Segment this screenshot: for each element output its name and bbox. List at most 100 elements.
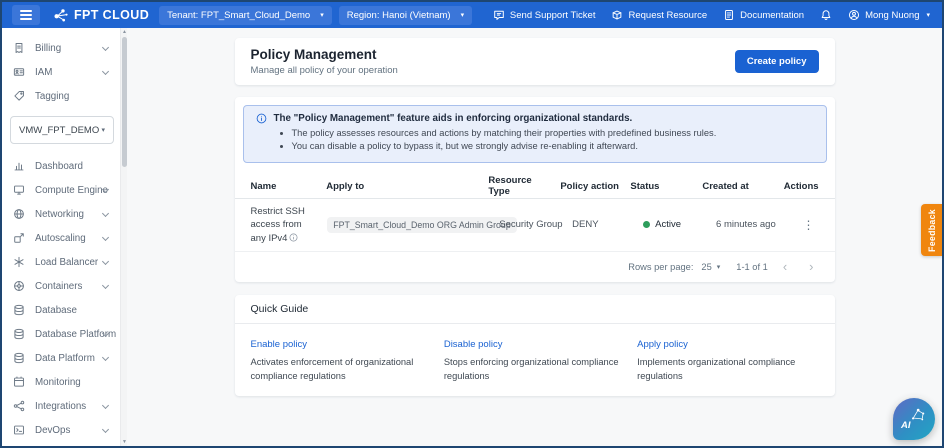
sidebar-item-label: DevOps bbox=[35, 425, 70, 436]
column-header-name: Name bbox=[251, 181, 327, 192]
brand-text: FPT CLOUD bbox=[74, 8, 149, 22]
navbar-actions: Send Support Ticket Request Resource Doc… bbox=[493, 9, 930, 21]
apply-to-chip: FPT_Smart_Cloud_Demo ORG Admin Group bbox=[327, 217, 516, 233]
feedback-label: Feedback bbox=[927, 209, 937, 252]
quick-guide-card: Quick Guide Enable policy Activates enfo… bbox=[235, 295, 835, 396]
guide-item-disable: Disable policy Stops enforcing organizat… bbox=[444, 334, 625, 384]
containers-icon bbox=[13, 280, 26, 293]
info-icon[interactable] bbox=[289, 233, 298, 242]
feedback-tab[interactable]: Feedback bbox=[921, 204, 942, 256]
ai-label: AI bbox=[901, 420, 911, 431]
project-selector-value: VMW_FPT_DEMO bbox=[19, 125, 99, 136]
tenant-selector[interactable]: Tenant: FPT_Smart_Cloud_Demo ▾ bbox=[159, 6, 332, 25]
sidebar-item-networking[interactable]: Networking bbox=[2, 202, 120, 226]
sidebar-item-data-platform[interactable]: Data Platform bbox=[2, 346, 120, 370]
sidebar-item-label: Data Platform bbox=[35, 353, 95, 364]
menu-button[interactable] bbox=[12, 5, 40, 25]
created-at-value: 6 minutes ago bbox=[716, 219, 798, 230]
sidebar-item-iam[interactable]: IAM bbox=[2, 60, 120, 84]
guide-description: Activates enforcement of organizational … bbox=[251, 356, 432, 384]
project-selector[interactable]: VMW_FPT_DEMO ▾ bbox=[10, 116, 114, 144]
page-title: Policy Management bbox=[251, 47, 398, 62]
sidebar-item-label: Monitoring bbox=[35, 377, 81, 388]
enable-policy-link[interactable]: Enable policy bbox=[251, 339, 308, 350]
rows-per-page-value: 25 bbox=[701, 262, 711, 272]
request-resource-link[interactable]: Request Resource bbox=[611, 9, 707, 21]
networking-icon bbox=[13, 208, 26, 221]
column-header-apply-to: Apply to bbox=[326, 181, 488, 192]
sidebar-item-billing[interactable]: Billing bbox=[2, 36, 120, 60]
sidebar-item-tagging[interactable]: Tagging bbox=[2, 84, 120, 108]
sidebar-item-label: Load Balancer bbox=[35, 257, 98, 268]
policy-action-value: DENY bbox=[572, 219, 643, 230]
sidebar-item-containers[interactable]: Containers bbox=[2, 274, 120, 298]
next-page-button[interactable]: › bbox=[802, 259, 820, 274]
tenant-label: Tenant: FPT_Smart_Cloud_Demo bbox=[167, 10, 310, 21]
rows-per-page-label: Rows per page: bbox=[628, 262, 693, 272]
main-content: Policy Management Manage all policy of y… bbox=[127, 28, 942, 446]
column-header-resource-type: Resource Type bbox=[488, 175, 560, 197]
column-header-policy-action: Policy action bbox=[560, 181, 630, 192]
info-alert: The "Policy Management" feature aids in … bbox=[243, 105, 827, 163]
chevron-down-icon bbox=[102, 44, 109, 51]
chevron-down-icon bbox=[102, 354, 109, 361]
sidebar-item-database-platform[interactable]: Database Platform bbox=[2, 322, 120, 346]
documentation-link[interactable]: Documentation bbox=[723, 9, 804, 21]
region-selector[interactable]: Region: Hanoi (Vietnam) ▾ bbox=[339, 6, 472, 25]
sidebar-item-autoscaling[interactable]: Autoscaling bbox=[2, 226, 120, 250]
database-platform-icon bbox=[13, 328, 26, 341]
pagination-range: 1-1 of 1 bbox=[736, 262, 768, 272]
sidebar-item-database[interactable]: Database bbox=[2, 298, 120, 322]
brand-logo[interactable]: FPT CLOUD bbox=[52, 7, 149, 24]
user-menu[interactable]: Mong Nuong ▾ bbox=[848, 9, 930, 21]
send-support-ticket-link[interactable]: Send Support Ticket bbox=[493, 9, 596, 21]
chevron-down-icon bbox=[102, 258, 109, 265]
sidebar-item-dashboard[interactable]: Dashboard bbox=[2, 154, 120, 178]
menu-icon bbox=[20, 10, 32, 12]
chevron-down-icon: ▾ bbox=[717, 263, 721, 271]
resource-type-value: Security Group bbox=[499, 219, 572, 230]
sidebar-item-label: IAM bbox=[35, 67, 52, 78]
region-label: Region: Hanoi (Vietnam) bbox=[347, 10, 451, 21]
chevron-down-icon: ▾ bbox=[926, 11, 930, 19]
link-label: Request Resource bbox=[628, 10, 707, 21]
iam-icon bbox=[13, 66, 26, 79]
sidebar-item-label: Autoscaling bbox=[35, 233, 86, 244]
chevron-down-icon bbox=[102, 282, 109, 289]
pagination: Rows per page: 25 ▾ 1-1 of 1 ‹ › bbox=[235, 252, 835, 282]
sidebar-item-monitoring[interactable]: Monitoring bbox=[2, 370, 120, 394]
alert-bullet-list: The policy assesses resources and action… bbox=[280, 127, 814, 154]
sidebar-scrollbar[interactable]: ▲ ▼ bbox=[120, 28, 127, 446]
create-policy-button[interactable]: Create policy bbox=[735, 50, 819, 73]
apply-policy-link[interactable]: Apply policy bbox=[637, 339, 688, 350]
chevron-down-icon bbox=[102, 426, 109, 433]
app-window: FPT CLOUD Tenant: FPT_Smart_Cloud_Demo ▾… bbox=[0, 0, 944, 448]
disable-policy-link[interactable]: Disable policy bbox=[444, 339, 503, 350]
sidebar-item-label: Dashboard bbox=[35, 161, 83, 172]
guide-description: Implements organizational compliance reg… bbox=[637, 356, 818, 384]
compute-engine-icon bbox=[13, 184, 26, 197]
sidebar-item-activity-log[interactable]: Activity Log bbox=[2, 442, 120, 446]
sidebar-item-load-balancer[interactable]: Load Balancer bbox=[2, 250, 120, 274]
previous-page-button[interactable]: ‹ bbox=[776, 259, 794, 274]
dashboard-icon bbox=[13, 160, 26, 173]
sidebar-item-compute-engine[interactable]: Compute Engine bbox=[2, 178, 120, 202]
ai-chat-button[interactable]: AI bbox=[893, 398, 935, 440]
quick-guide-title: Quick Guide bbox=[235, 295, 835, 324]
page-subtitle: Manage all policy of your operation bbox=[251, 65, 398, 76]
rows-per-page-select[interactable]: 25 ▾ bbox=[701, 262, 720, 272]
table-header-row: Name Apply to Resource Type Policy actio… bbox=[235, 175, 835, 199]
column-header-created-at: Created at bbox=[702, 181, 783, 192]
billing-icon bbox=[13, 42, 26, 55]
fpt-molecule-icon bbox=[52, 7, 69, 24]
sidebar-item-integrations[interactable]: Integrations bbox=[2, 394, 120, 418]
chevron-down-icon bbox=[102, 68, 109, 75]
sidebar-item-label: Containers bbox=[35, 281, 82, 292]
sidebar-item-devops[interactable]: DevOps bbox=[2, 418, 120, 442]
guide-item-enable: Enable policy Activates enforcement of o… bbox=[251, 334, 432, 384]
row-actions-menu-icon[interactable]: ⋮ bbox=[799, 217, 819, 233]
alert-bullet: The policy assesses resources and action… bbox=[292, 127, 814, 140]
column-header-actions: Actions bbox=[784, 181, 819, 192]
notifications-button[interactable] bbox=[820, 9, 832, 21]
chevron-down-icon bbox=[102, 210, 109, 217]
